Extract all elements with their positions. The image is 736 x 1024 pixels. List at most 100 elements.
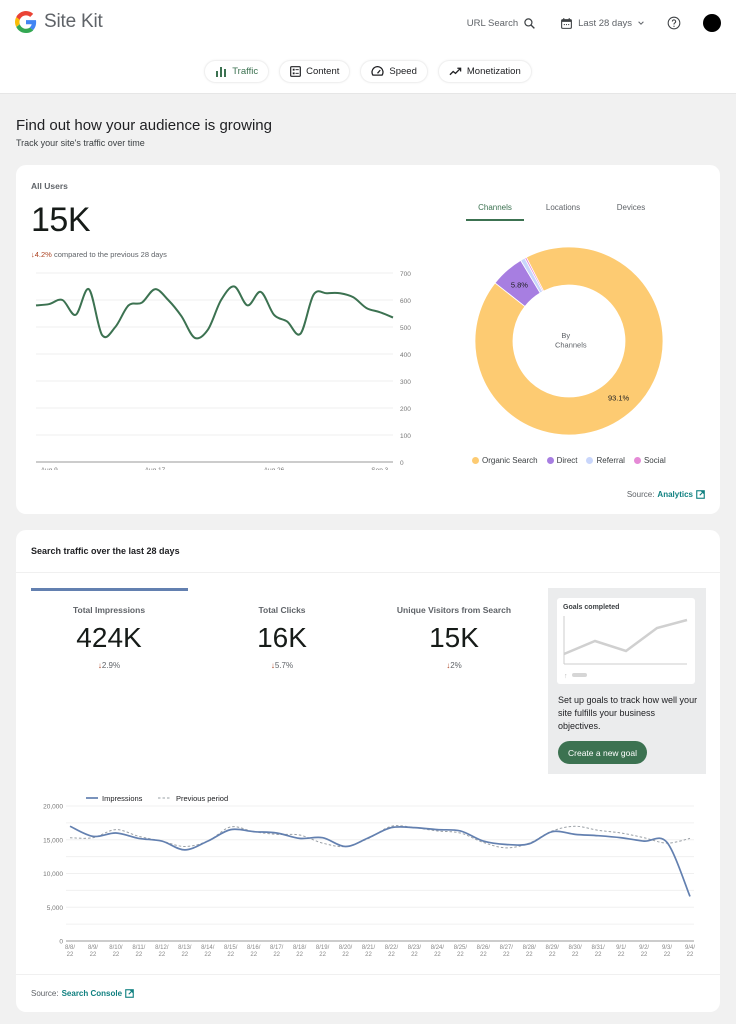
x-tick-label: Sep 3: [371, 467, 388, 470]
x-tick-label: 8/19/: [316, 945, 330, 951]
x-tick-label: 22: [687, 952, 694, 958]
goals-cta-panel: Goals completed ↑ Set up goals to track …: [548, 588, 706, 774]
x-tick-label: 8/26/: [477, 945, 491, 951]
nav-chip-content[interactable]: Content: [279, 60, 351, 83]
change-percent: 5.7%: [274, 661, 294, 670]
legend-item-direct: Direct: [546, 456, 577, 465]
x-tick-label: 22: [595, 952, 602, 958]
metric-change: ↓2%: [379, 661, 529, 670]
nav-chip-speed[interactable]: Speed: [360, 60, 428, 83]
site-kit-logo[interactable]: Site Kit: [15, 11, 103, 33]
x-tick-label: 8/13/: [178, 945, 192, 951]
x-tick-label: 22: [503, 952, 510, 958]
external-link-icon[interactable]: [125, 989, 134, 998]
legend-dot: [586, 457, 594, 464]
avatar[interactable]: [703, 14, 721, 32]
previous-period-series-line: [69, 825, 691, 849]
goals-preview-chart: ↑: [563, 616, 688, 680]
legend-item-referral: Referral: [586, 456, 625, 465]
goals-preview: Goals completed ↑: [557, 598, 695, 684]
app-title: Site Kit: [44, 11, 103, 32]
metric-change: ↓5.7%: [207, 661, 357, 670]
x-tick-label: 8/17/: [270, 945, 284, 951]
x-tick-label: 22: [159, 952, 166, 958]
legend-label: Social: [643, 456, 666, 465]
metric-unique-visitors[interactable]: Unique Visitors from Search 15K ↓2%: [379, 605, 529, 670]
nav-chip-traffic[interactable]: Traffic: [204, 60, 270, 83]
x-tick-label: 22: [90, 952, 97, 958]
create-goal-button[interactable]: Create a new goal: [558, 741, 647, 764]
y-tick-label: 500: [400, 325, 411, 332]
x-tick-label: 22: [572, 952, 579, 958]
tab-channels[interactable]: Channels: [466, 203, 524, 221]
bar-chart-icon: [216, 67, 227, 77]
goals-description: Set up goals to track how well your site…: [558, 695, 698, 731]
divider: [16, 572, 720, 573]
source-label: Source:: [626, 490, 655, 499]
search-traffic-card: Search traffic over the last 28 days Tot…: [16, 530, 720, 1012]
metric-clicks[interactable]: Total Clicks 16K ↓5.7%: [207, 605, 357, 670]
impressions-line-chart: 05,00010,00015,00020,0008/8/228/9/228/10…: [43, 794, 695, 958]
external-link-icon[interactable]: [696, 490, 705, 499]
help-icon[interactable]: [667, 16, 681, 30]
change-percent: 2.9%: [101, 661, 121, 670]
x-tick-label: 22: [641, 952, 648, 958]
url-search-button[interactable]: URL Search: [467, 17, 536, 30]
nav-chip-monetization[interactable]: Monetization: [437, 60, 532, 83]
change-percent: 4.2%: [34, 250, 52, 259]
x-tick-label: 8/11/: [132, 945, 145, 951]
donut-data-label: 93.1%: [608, 393, 630, 402]
legend-label-impressions: Impressions: [102, 794, 143, 803]
analytics-link[interactable]: Analytics: [657, 490, 693, 499]
x-tick-label: 8/14/: [201, 945, 215, 951]
x-tick-label: Aug 17: [145, 467, 166, 470]
x-tick-label: 8/22/: [385, 945, 399, 951]
nav-chip-label: Traffic: [232, 66, 259, 77]
x-tick-label: 8/9/: [88, 945, 98, 951]
x-tick-label: 22: [388, 952, 395, 958]
legend-item-organic: Organic Search: [472, 456, 538, 465]
all-users-label: All Users: [31, 181, 68, 191]
x-tick-label: 22: [113, 952, 120, 958]
x-tick-label: 8/28/: [523, 945, 537, 951]
y-tick-label: 300: [400, 379, 411, 386]
header-actions: URL Search Last 28 days: [467, 14, 721, 32]
x-tick-label: 22: [250, 952, 257, 958]
y-tick-label: 5,000: [47, 905, 64, 912]
metric-label: Total Clicks: [258, 605, 306, 615]
y-tick-label: 600: [400, 298, 411, 305]
search-console-link[interactable]: Search Console: [62, 989, 122, 998]
x-tick-label: 8/27/: [500, 945, 514, 951]
legend-item-social: Social: [633, 456, 666, 465]
x-tick-label: 22: [618, 952, 625, 958]
chevron-down-icon: [638, 21, 644, 25]
x-tick-label: 22: [136, 952, 143, 958]
header: Site Kit URL Search Last 28 days Traffic…: [0, 0, 736, 94]
dimension-tabs: Channels Locations Devices: [461, 203, 665, 221]
x-tick-label: 22: [526, 952, 533, 958]
metric-label: Total Impressions: [72, 605, 146, 615]
search-console-source: Source: Search Console: [31, 989, 134, 998]
donut-legend: Organic Search Direct Referral Social: [472, 456, 666, 465]
donut-data-label: 5.8%: [511, 281, 528, 290]
x-tick-label: 8/29/: [546, 945, 560, 951]
trending-up-icon: [449, 67, 462, 76]
dashboard-nav: Traffic Content Speed Monetization: [0, 60, 736, 83]
x-tick-label: 9/4/: [685, 945, 695, 951]
all-users-card: All Users 15K ↓4.2% compared to the prev…: [16, 165, 720, 514]
x-tick-label: 8/30/: [569, 945, 583, 951]
legend-dot: [633, 457, 641, 464]
section-subtitle: Track your site's traffic over time: [16, 138, 145, 148]
metric-impressions[interactable]: Total Impressions 424K ↓2.9%: [34, 605, 184, 670]
svg-text:↑: ↑: [564, 673, 568, 680]
x-tick-label: 22: [67, 952, 74, 958]
x-tick-label: 8/10/: [109, 945, 123, 951]
nav-chip-label: Monetization: [466, 66, 521, 77]
x-tick-label: 9/3/: [662, 945, 672, 951]
date-range-selector[interactable]: Last 28 days: [560, 17, 645, 30]
date-range-label: Last 28 days: [578, 17, 632, 29]
metric-value: 424K: [76, 622, 142, 653]
legend-dot: [546, 457, 554, 464]
x-tick-label: 8/31/: [591, 945, 605, 951]
metric-change: ↓2.9%: [34, 661, 184, 670]
